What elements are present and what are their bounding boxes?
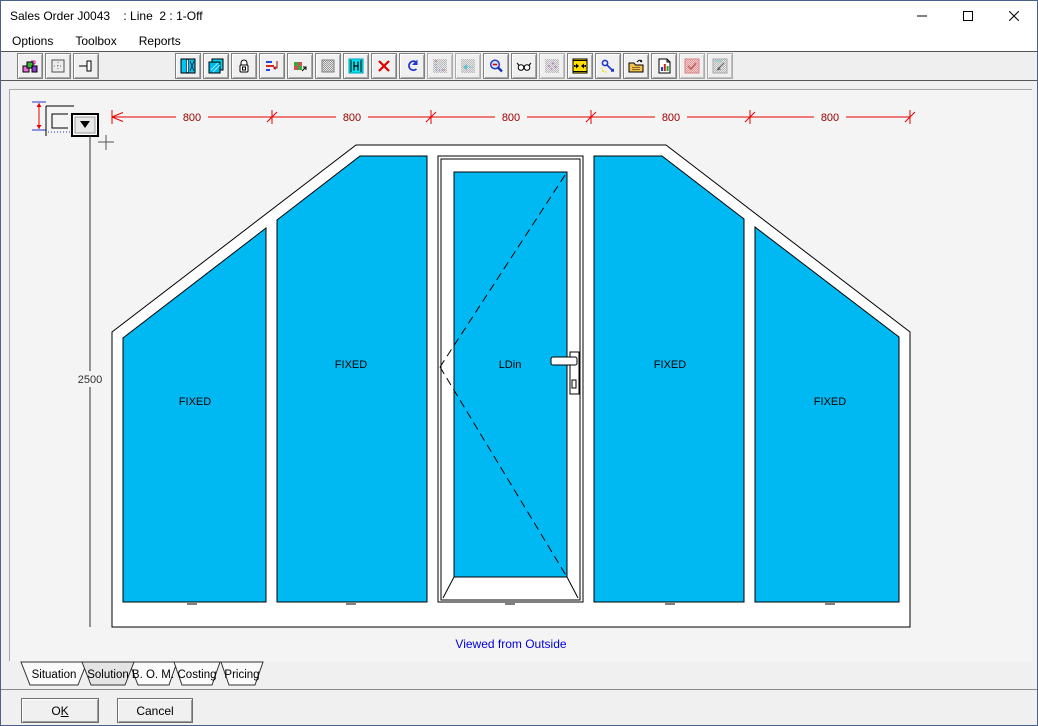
profile-options-button[interactable] — [259, 53, 285, 79]
panel-label-2: FIXED — [335, 359, 367, 371]
panel-label-5: FIXED — [814, 396, 846, 408]
window-design-icon — [180, 58, 196, 74]
grid-check-icon — [684, 58, 700, 74]
zoom-out-icon — [488, 58, 504, 74]
dimension-label[interactable]: 800 — [821, 112, 839, 124]
dimension-points-button — [427, 53, 453, 79]
frame-selection-button[interactable] — [45, 53, 71, 79]
texture-apply-button[interactable] — [287, 53, 313, 79]
panel-label-3: LDin — [499, 359, 522, 371]
dimension-points-icon — [432, 58, 448, 74]
grid-check-button — [679, 53, 705, 79]
undo-icon — [404, 58, 420, 74]
glass-panel-4[interactable] — [594, 156, 744, 602]
frame-coupler-button[interactable] — [343, 53, 369, 79]
report-chart-button[interactable] — [651, 53, 677, 79]
dimension-label[interactable]: 2500 — [78, 374, 102, 386]
maximize-icon — [963, 11, 973, 21]
section-dropdown-button[interactable] — [72, 114, 98, 136]
section-selector-widget — [32, 102, 74, 136]
tab-costing-label[interactable]: Costing — [178, 669, 217, 681]
door-panel[interactable] — [438, 156, 583, 602]
dimension-label[interactable]: 800 — [502, 112, 520, 124]
panel-label-1: FIXED — [179, 396, 211, 408]
spray-finish-button[interactable] — [595, 53, 621, 79]
glass-panel-2[interactable] — [277, 156, 427, 602]
grid-arrow-icon — [712, 58, 728, 74]
surface-pattern-button[interactable] — [315, 53, 341, 79]
cursor-crosshair — [98, 135, 114, 150]
window-design-button[interactable] — [175, 53, 201, 79]
application-window: Sales Order J0043 : Line 2 : 1-Off Optio… — [0, 0, 1038, 726]
toolbar-group-1 — [17, 53, 99, 79]
tab-strip: Situation Solution B. O. M. Costing Pric… — [1, 661, 1037, 690]
tab-situation-label[interactable]: Situation — [32, 669, 77, 681]
transfer-folder-button[interactable] — [623, 53, 649, 79]
door-glass[interactable] — [454, 172, 567, 577]
texture-apply-icon — [292, 58, 308, 74]
fit-width-icon — [572, 58, 588, 74]
dimension-label[interactable]: 800 — [662, 112, 680, 124]
report-chart-icon — [656, 58, 672, 74]
view-caption: Viewed from Outside — [455, 637, 566, 651]
cancel-button[interactable]: Cancel — [117, 698, 193, 723]
view-spectacles-icon — [516, 58, 532, 74]
minimize-button[interactable] — [899, 1, 945, 31]
nudge-left-button — [455, 53, 481, 79]
spray-finish-icon — [600, 58, 616, 74]
glazing-button[interactable] — [203, 53, 229, 79]
hardware-lock-icon — [236, 58, 252, 74]
dimension-label[interactable]: 800 — [183, 112, 201, 124]
ok-button[interactable]: OK — [21, 698, 99, 723]
footer-bar: OK Cancel — [1, 691, 1037, 726]
grid-arrow-button — [707, 53, 733, 79]
arrange-objects-icon — [22, 58, 38, 74]
tab-bom-label[interactable]: B. O. M. — [132, 669, 174, 681]
delete-icon — [376, 58, 392, 74]
top-dimension-labels: 800 800 800 800 800 — [183, 112, 839, 124]
toolbar — [1, 51, 1037, 81]
close-button[interactable] — [991, 1, 1037, 31]
toolbar-group-2 — [175, 53, 733, 79]
cancel-label: Cancel — [136, 704, 173, 718]
finish-sparkle-icon — [544, 58, 560, 74]
arrange-objects-button[interactable] — [17, 53, 43, 79]
extend-edge-button[interactable] — [73, 53, 99, 79]
nudge-left-icon — [460, 58, 476, 74]
close-icon — [1009, 11, 1019, 21]
menu-bar: Options Toolbox Reports — [1, 31, 1037, 51]
surface-pattern-icon — [320, 58, 336, 74]
view-spectacles-button[interactable] — [511, 53, 537, 79]
profile-options-icon — [264, 58, 280, 74]
menu-reports[interactable]: Reports — [128, 31, 192, 51]
undo-button[interactable] — [399, 53, 425, 79]
minimize-icon — [917, 11, 927, 21]
glass-panel-1[interactable] — [123, 228, 266, 602]
fit-width-button[interactable] — [567, 53, 593, 79]
transfer-folder-icon — [628, 58, 644, 74]
tab-solution-label[interactable]: Solution — [87, 669, 129, 681]
title-bar[interactable]: Sales Order J0043 : Line 2 : 1-Off — [1, 1, 1037, 31]
frame-coupler-icon — [348, 58, 364, 74]
menu-toolbox[interactable]: Toolbox — [64, 31, 127, 51]
design-canvas[interactable]: 800 800 800 800 800 2500 — [9, 89, 1032, 662]
tab-pricing-label[interactable]: Pricing — [224, 669, 259, 681]
frame-selection-icon — [50, 58, 66, 74]
glazing-icon — [208, 58, 224, 74]
zoom-out-button[interactable] — [483, 53, 509, 79]
delete-item-button[interactable] — [371, 53, 397, 79]
finish-sparkle-button — [539, 53, 565, 79]
menu-options[interactable]: Options — [1, 31, 64, 51]
left-dimension-line: 2500 — [72, 135, 108, 627]
extend-edge-icon — [78, 58, 94, 74]
glass-panel-5[interactable] — [755, 227, 899, 602]
hardware-lock-button[interactable] — [231, 53, 257, 79]
dimension-label[interactable]: 800 — [343, 112, 361, 124]
maximize-button[interactable] — [945, 1, 991, 31]
ok-label: OK — [51, 704, 68, 718]
window-title: Sales Order J0043 : Line 2 : 1-Off — [1, 9, 899, 23]
panel-label-4: FIXED — [654, 359, 686, 371]
